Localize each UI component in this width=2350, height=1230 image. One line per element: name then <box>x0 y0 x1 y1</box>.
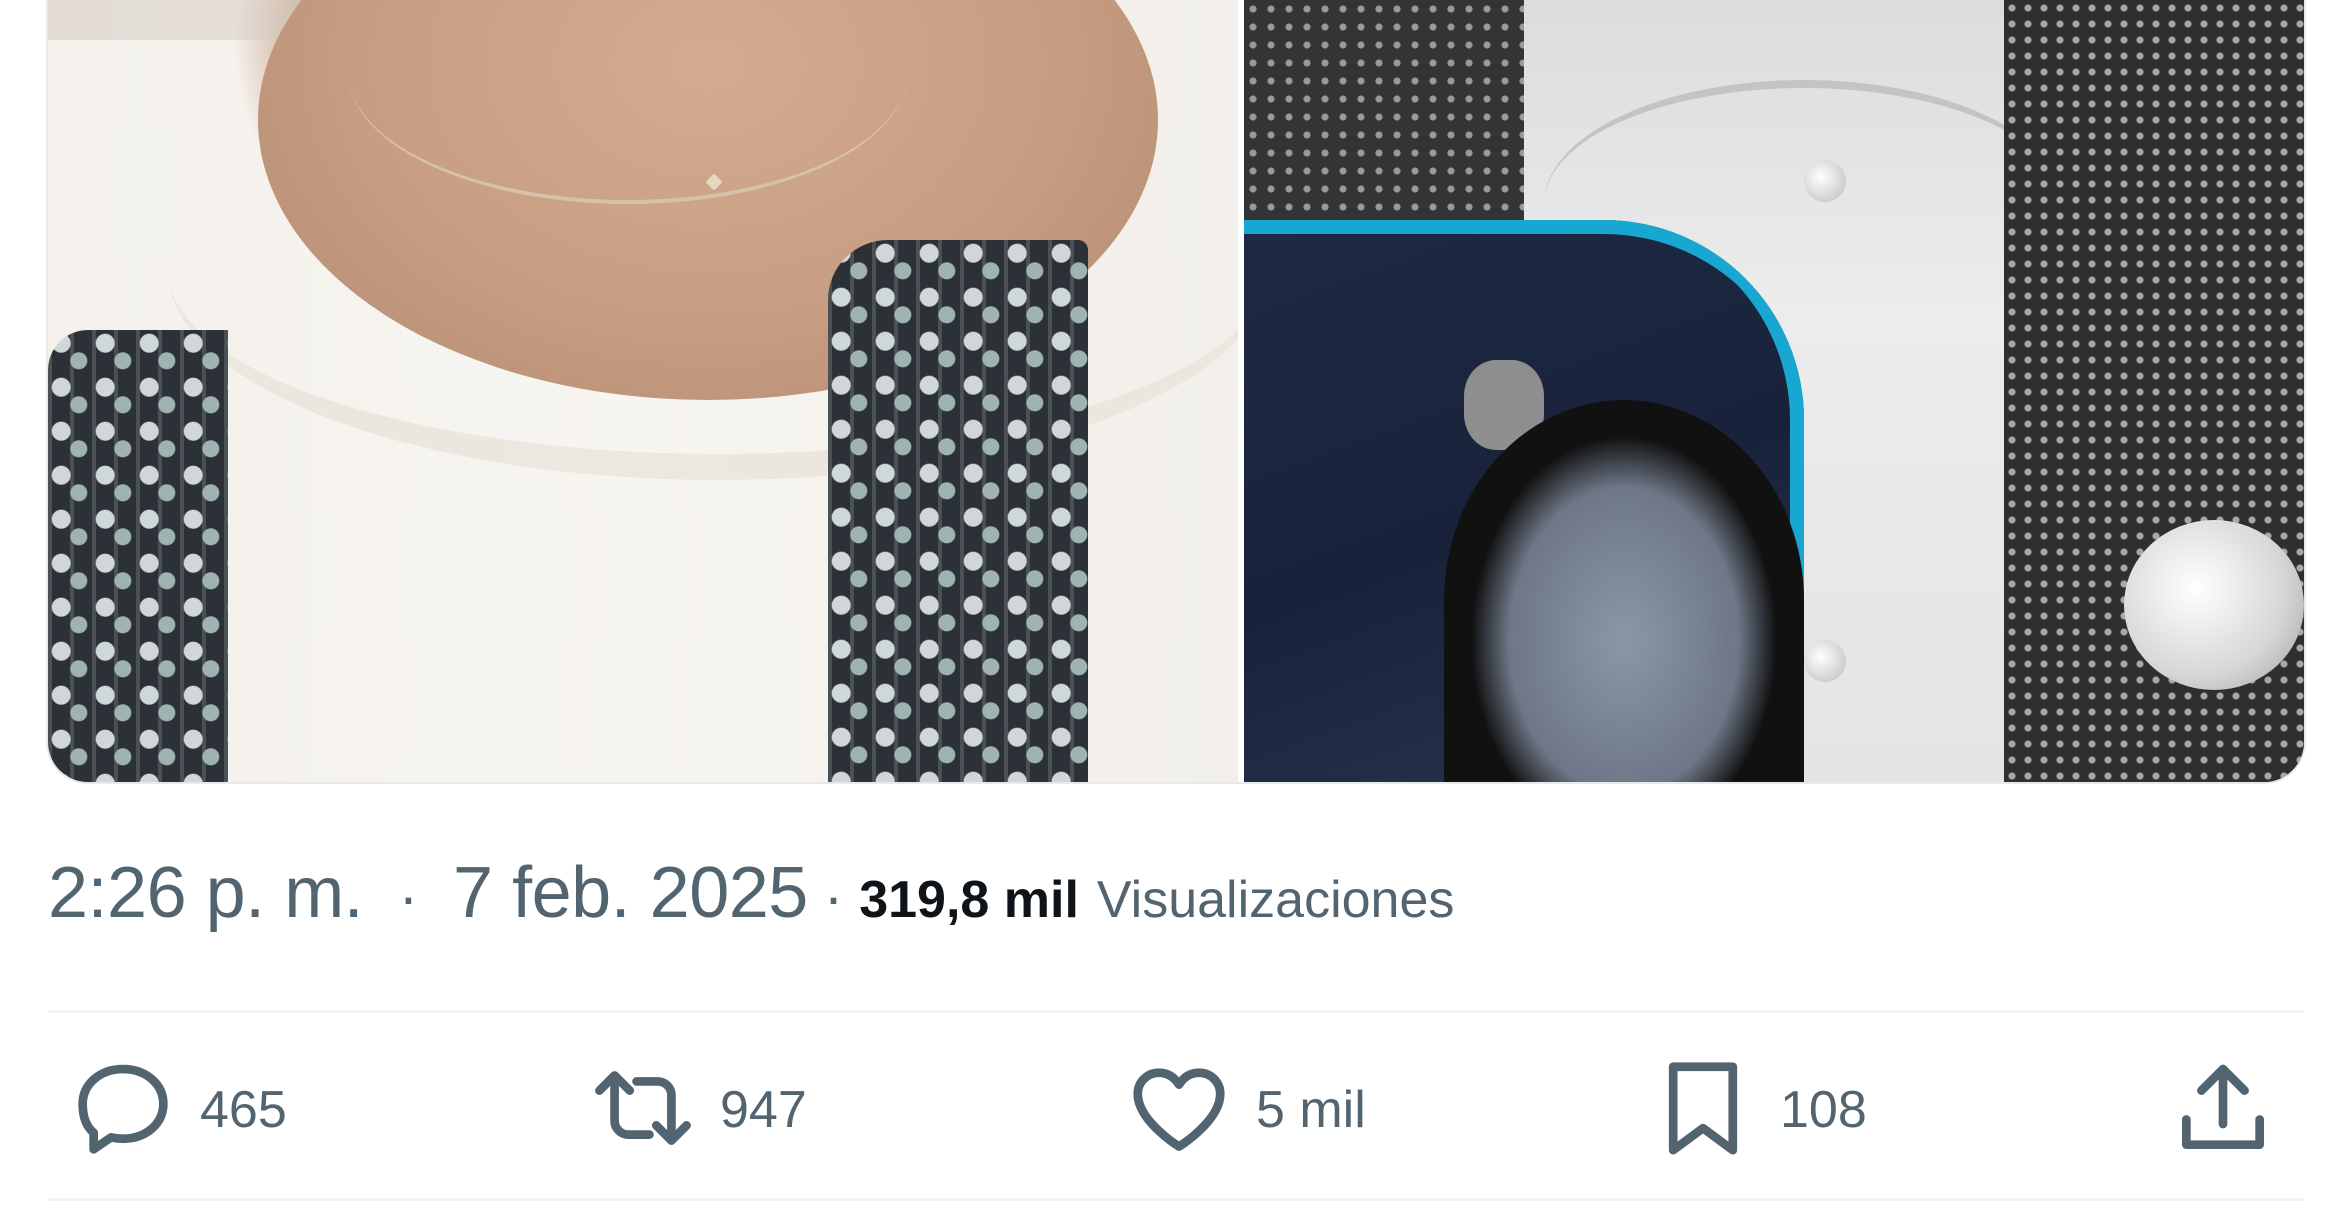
repost-count: 947 <box>720 1081 807 1139</box>
divider <box>48 1198 2304 1201</box>
tweet-date: 7 feb. 2025 <box>453 853 808 933</box>
bookmark-count: 108 <box>1780 1081 1867 1139</box>
bookmark-button[interactable]: 108 <box>1648 1040 1867 1180</box>
reply-count: 465 <box>200 1081 287 1139</box>
like-button[interactable]: 5 mil <box>1124 1040 1366 1180</box>
tweet-meta: 2:26 p. m. · 7 feb. 2025 · 319,8 mil Vis… <box>48 852 1454 942</box>
bookmark-icon <box>1648 1053 1758 1168</box>
divider <box>48 1010 2304 1013</box>
photo-shirt-button <box>1804 160 1846 202</box>
repost-button[interactable]: 947 <box>588 1040 807 1180</box>
photo-embroidered-flowers <box>2124 520 2304 690</box>
photo-embroidery-left <box>48 330 228 782</box>
share-icon <box>2168 1053 2278 1168</box>
views-count: 319,8 mil <box>859 871 1079 929</box>
reply-icon <box>68 1053 178 1168</box>
reply-button[interactable]: 465 <box>68 1040 287 1180</box>
photo-shirt-button <box>1804 640 1846 682</box>
media-photo-right[interactable] <box>1244 0 2304 782</box>
separator-dot: · <box>823 865 844 930</box>
tweet-media-grid <box>46 0 2306 784</box>
like-count: 5 mil <box>1256 1081 1366 1139</box>
share-button[interactable] <box>2168 1040 2278 1180</box>
views-label: Visualizaciones <box>1096 871 1455 929</box>
media-photo-left[interactable] <box>48 0 1238 782</box>
tweet-action-bar: 465 947 5 mil 108 <box>48 1040 2304 1180</box>
photo-hat <box>1444 400 1804 782</box>
like-icon <box>1124 1053 1234 1168</box>
tweet-timestamp[interactable]: 2:26 p. m. · 7 feb. 2025 <box>48 852 808 934</box>
tweet-time: 2:26 p. m. <box>48 853 364 933</box>
repost-icon <box>588 1053 698 1168</box>
tweet-detail: 2:26 p. m. · 7 feb. 2025 · 319,8 mil Vis… <box>0 0 2350 1230</box>
photo-embroidery-right <box>828 240 1088 782</box>
separator-dot: · <box>398 865 418 930</box>
